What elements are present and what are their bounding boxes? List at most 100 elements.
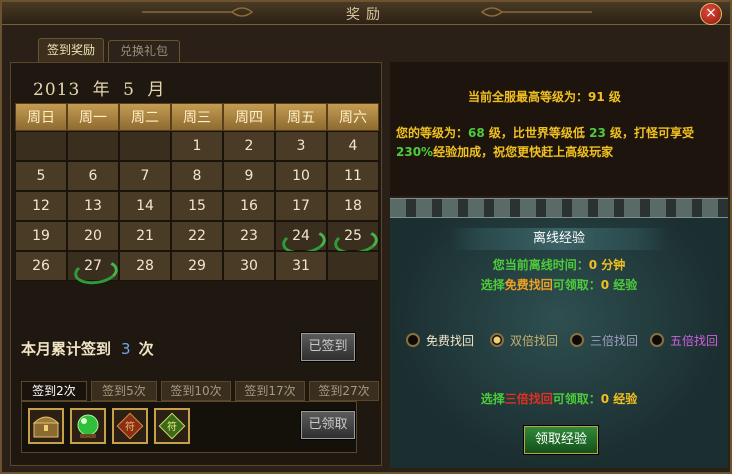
selected-recover-value: 0 (600, 392, 610, 406)
calendar-day[interactable]: 16 (223, 191, 275, 221)
scroll-red-icon[interactable]: 符 (112, 408, 148, 444)
player-level-mid2: 级，打怪可享受 (610, 126, 695, 140)
calendar-day[interactable]: 21 (119, 221, 171, 251)
calendar-day[interactable]: 3 (275, 131, 327, 161)
calendar-day[interactable]: 15 (171, 191, 223, 221)
sign-count-unit: 次 (138, 340, 154, 358)
calendar-day[interactable]: 6 (67, 161, 119, 191)
reward-tab-5[interactable]: 签到5次 (91, 381, 157, 401)
calendar-day[interactable]: 2 (223, 131, 275, 161)
signed-button[interactable]: 已签到 (300, 332, 356, 362)
calendar-empty-cell (327, 251, 379, 281)
scroll-green-icon[interactable]: 符 (154, 408, 190, 444)
free-recover-mid: 可领取： (552, 278, 601, 292)
calendar-day[interactable]: 9 (223, 161, 275, 191)
server-level-value: 91 (588, 90, 605, 104)
calendar-day[interactable]: 30 (223, 251, 275, 281)
player-level-prefix: 您的等级为： (396, 126, 469, 140)
calendar-day[interactable]: 23 (223, 221, 275, 251)
option-double-label: 双倍找回 (510, 333, 559, 348)
calendar-day[interactable]: 28 (119, 251, 171, 281)
selected-recover-prefix: 选择 (480, 392, 505, 406)
ornament-divider (390, 198, 728, 218)
calendar-day[interactable]: 11 (327, 161, 379, 191)
offline-exp-title: 离线经验 (450, 228, 668, 250)
weekday-5: 周五 (275, 103, 327, 131)
radio-double[interactable] (490, 333, 504, 347)
calendar-day[interactable]: 12 (15, 191, 67, 221)
calendar-day[interactable]: 29 (171, 251, 223, 281)
calendar-day-signed[interactable]: 27 (67, 251, 119, 281)
radio-free[interactable] (406, 333, 420, 347)
monthly-sign-count: 本月累计签到 3 次 (21, 338, 154, 359)
treasure-chest-icon[interactable] (28, 408, 64, 444)
reward-tab-10[interactable]: 签到10次 (161, 381, 231, 401)
claimed-button[interactable]: 已领取 (300, 410, 356, 440)
calendar-day-signed[interactable]: 24 (275, 221, 327, 251)
calendar-day[interactable]: 19 (15, 221, 67, 251)
player-level-suffix: 经验加成，祝您更快赶上高级玩家 (433, 145, 614, 159)
info-panel: 当前全服最高等级为：91 级 您的等级为：68 级，比世界等级低 23 级，打怪… (390, 62, 728, 468)
calendar-day[interactable]: 7 (119, 161, 171, 191)
sign-count-label: 本月累计签到 (21, 340, 112, 358)
option-free-recover[interactable]: 免费找回 (406, 330, 474, 350)
option-triple-recover[interactable]: 三倍找回 (570, 330, 638, 350)
offline-time-label: 您当前离线时间： (492, 258, 589, 272)
radio-quintuple[interactable] (650, 333, 664, 347)
calendar-day[interactable]: 10 (275, 161, 327, 191)
calendar-day[interactable]: 5 (15, 161, 67, 191)
calendar-day[interactable]: 22 (171, 221, 223, 251)
weekday-6: 周六 (327, 103, 379, 131)
player-level-info: 您的等级为：68 级，比世界等级低 23 级，打怪可享受 230%经验加成，祝您更… (396, 124, 722, 162)
option-quintuple-label: 五倍找回 (670, 333, 719, 348)
weekday-header: 周日 周一 周二 周三 周四 周五 周六 (15, 103, 379, 131)
server-level-prefix: 当前全服最高等级为： (468, 90, 589, 104)
month-unit: 月 (147, 80, 166, 100)
reward-window: 奖励 × 签到奖励 兑换礼包 2013 年 5 月 周日 周一 周二 周三 周四 周五 周六… (0, 0, 732, 474)
reward-tab-27[interactable]: 签到27次 (309, 381, 379, 401)
calendar-grid: 周日 周一 周二 周三 周四 周五 周六 1 2 3 4 5 6 7 8 9 10 11 12 13 14 15 16 17… (15, 103, 379, 281)
selected-recover-mid: 可领取： (552, 392, 601, 406)
selected-recover-info: 选择三倍找回可领取：0 经验 (390, 390, 728, 407)
player-level-mid: 级，比世界等级低 (488, 126, 585, 140)
calendar-day[interactable]: 13 (67, 191, 119, 221)
calendar-day[interactable]: 14 (119, 191, 171, 221)
green-orb-icon[interactable] (70, 408, 106, 444)
reward-tab-17[interactable]: 签到17次 (235, 381, 305, 401)
player-level-value: 68 (468, 126, 485, 140)
calendar-empty-cell (67, 131, 119, 161)
calendar-day[interactable]: 1 (171, 131, 223, 161)
calendar-day[interactable]: 17 (275, 191, 327, 221)
tab-sign-in-reward[interactable]: 签到奖励 (38, 38, 104, 62)
offline-time-value: 0 (588, 258, 598, 272)
server-level-unit: 级 (608, 90, 621, 104)
calendar-empty-cell (119, 131, 171, 161)
claim-exp-button[interactable]: 领取经验 (523, 425, 599, 455)
option-quintuple-recover[interactable]: 五倍找回 (650, 330, 718, 350)
weekday-3: 周三 (171, 103, 223, 131)
calendar-month: 2013 年 5 月 (33, 75, 171, 100)
calendar-day[interactable]: 18 (327, 191, 379, 221)
free-recover-info: 选择免费找回可领取：0 经验 (390, 276, 728, 293)
calendar-day-signed[interactable]: 25 (327, 221, 379, 251)
option-free-label: 免费找回 (426, 333, 475, 348)
exp-bonus: 230% (396, 145, 434, 159)
close-icon[interactable]: × (700, 3, 722, 25)
calendar-day[interactable]: 26 (15, 251, 67, 281)
calendar-day[interactable]: 20 (67, 221, 119, 251)
title-bar: 奖励 × (2, 2, 730, 25)
sign-count-value: 3 (121, 340, 131, 358)
free-recover-prefix: 选择 (480, 278, 505, 292)
reward-tab-2[interactable]: 签到2次 (21, 381, 87, 401)
selected-recover-mode: 三倍找回 (504, 392, 553, 406)
year-unit: 年 (92, 80, 111, 100)
tab-redeem-gift[interactable]: 兑换礼包 (108, 40, 180, 62)
level-info: 当前全服最高等级为：91 级 您的等级为：68 级，比世界等级低 23 级，打怪… (390, 62, 728, 196)
option-double-recover[interactable]: 双倍找回 (490, 330, 558, 350)
server-max-level: 当前全服最高等级为：91 级 (468, 88, 621, 105)
weekday-2: 周二 (119, 103, 171, 131)
radio-triple[interactable] (570, 333, 584, 347)
calendar-day[interactable]: 4 (327, 131, 379, 161)
calendar-day[interactable]: 31 (275, 251, 327, 281)
calendar-day[interactable]: 8 (171, 161, 223, 191)
